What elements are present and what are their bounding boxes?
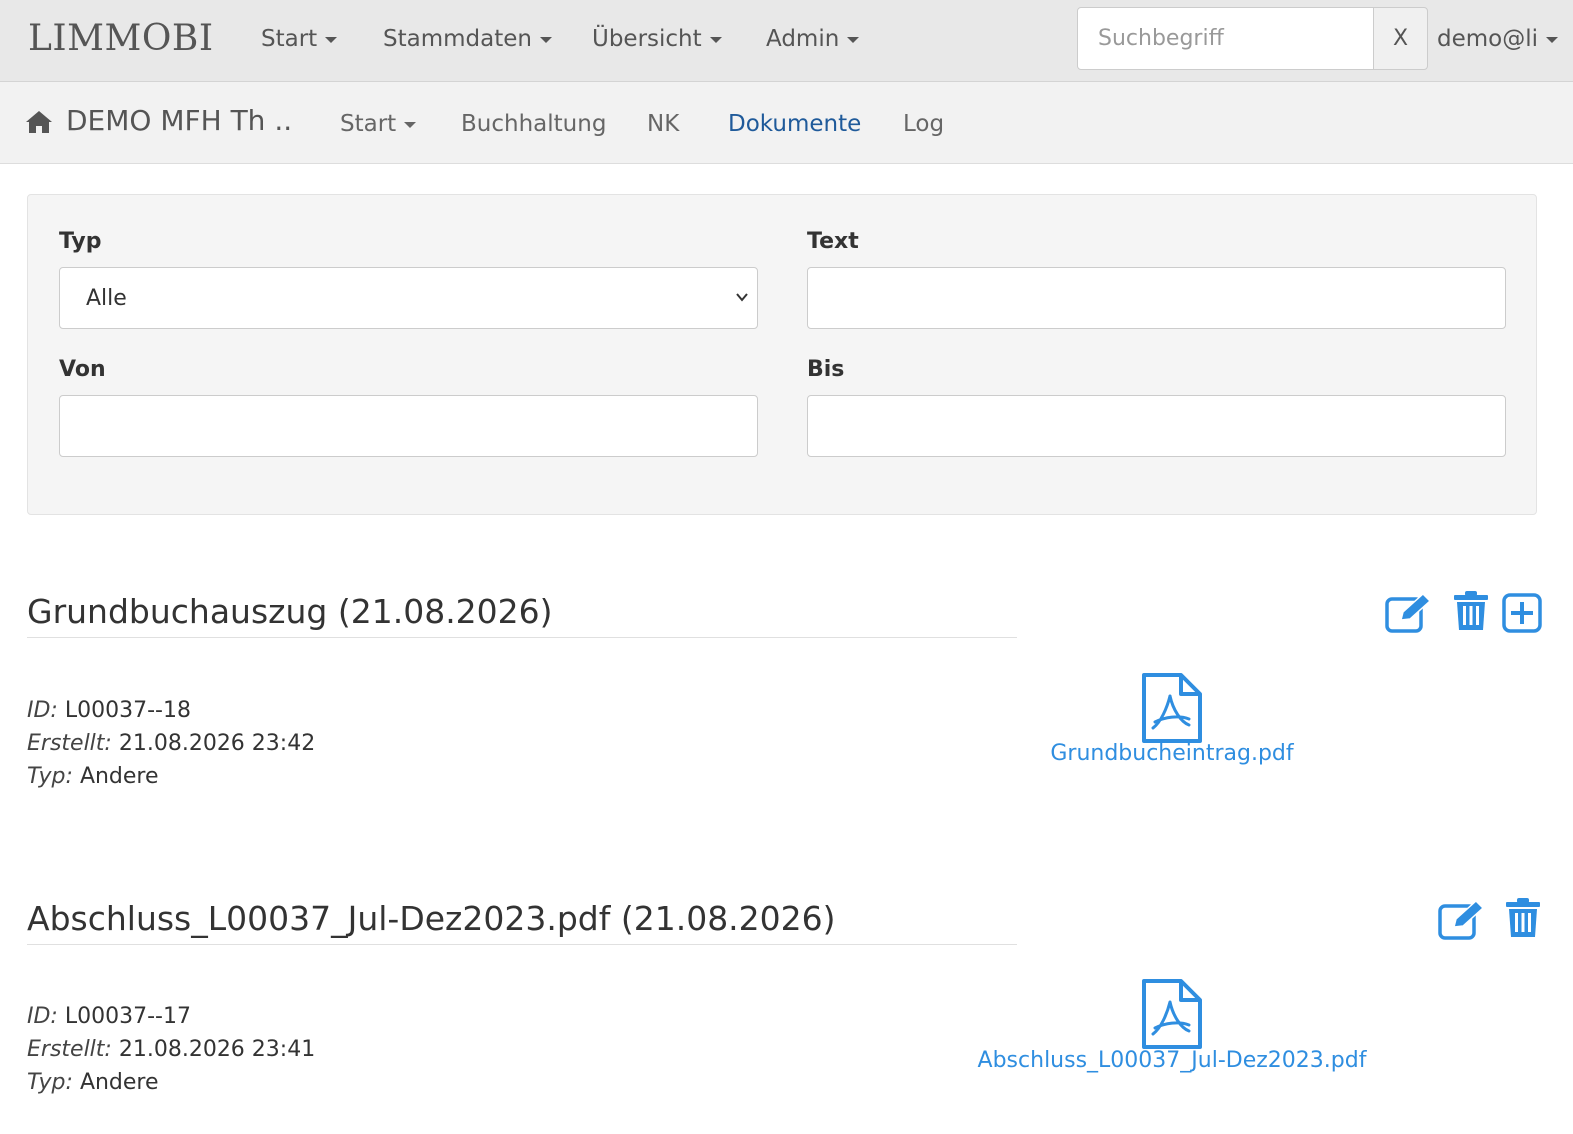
typ-label: Typ bbox=[59, 229, 102, 254]
document-type: Typ: Andere bbox=[27, 764, 159, 789]
id-value: L00037--18 bbox=[64, 698, 191, 723]
document-id: ID: L00037--18 bbox=[27, 698, 191, 723]
subnav-start-label: Start bbox=[340, 111, 397, 137]
pdf-file-icon[interactable] bbox=[1141, 672, 1203, 744]
bis-label: Bis bbox=[807, 357, 845, 382]
text-label: Text bbox=[807, 229, 859, 254]
typ-select-value: Alle bbox=[86, 285, 127, 311]
divider bbox=[27, 637, 1017, 638]
type-value: Andere bbox=[79, 1070, 159, 1095]
nav-stammdaten-label: Stammdaten bbox=[383, 26, 532, 52]
created-value: 21.08.2026 23:42 bbox=[118, 731, 316, 756]
von-date-input[interactable] bbox=[59, 395, 758, 457]
document-id: ID: L00037--17 bbox=[27, 1004, 191, 1029]
edit-icon[interactable] bbox=[1438, 899, 1486, 941]
nav-admin[interactable]: Admin bbox=[766, 26, 860, 52]
id-label: ID: bbox=[27, 698, 58, 723]
trash-icon[interactable] bbox=[1499, 897, 1547, 939]
plus-square-icon[interactable] bbox=[1498, 592, 1546, 634]
caret-down-icon bbox=[1546, 36, 1559, 43]
document-created: Erstellt: 21.08.2026 23:41 bbox=[27, 1037, 315, 1062]
document-type: Typ: Andere bbox=[27, 1070, 159, 1095]
property-title[interactable]: DEMO MFH Th .. bbox=[66, 104, 292, 137]
edit-icon[interactable] bbox=[1385, 592, 1433, 634]
search-clear-button[interactable]: X bbox=[1373, 7, 1428, 70]
caret-down-icon bbox=[709, 36, 722, 43]
von-label: Von bbox=[59, 357, 106, 382]
divider bbox=[27, 944, 1017, 945]
document-created: Erstellt: 21.08.2026 23:42 bbox=[27, 731, 315, 756]
file-link[interactable]: Grundbucheintrag.pdf bbox=[1002, 741, 1342, 766]
type-label: Typ: bbox=[27, 1070, 73, 1095]
text-input[interactable] bbox=[807, 267, 1506, 329]
bis-date-input[interactable] bbox=[807, 395, 1506, 457]
file-link[interactable]: Abschluss_L00037_Jul-Dez2023.pdf bbox=[962, 1048, 1382, 1073]
subnav-buchhaltung[interactable]: Buchhaltung bbox=[461, 111, 606, 137]
id-label: ID: bbox=[27, 1004, 58, 1029]
created-value: 21.08.2026 23:41 bbox=[118, 1037, 316, 1062]
document-title: Grundbuchauszug (21.08.2026) bbox=[27, 592, 553, 631]
chevron-down-icon bbox=[736, 293, 748, 302]
created-label: Erstellt: bbox=[27, 731, 112, 756]
nav-stammdaten[interactable]: Stammdaten bbox=[383, 26, 552, 52]
created-label: Erstellt: bbox=[27, 1037, 112, 1062]
trash-icon[interactable] bbox=[1447, 590, 1495, 632]
nav-admin-label: Admin bbox=[766, 26, 840, 52]
user-menu-label: demo@li bbox=[1437, 26, 1539, 52]
nav-start-label: Start bbox=[261, 26, 318, 52]
search-input[interactable] bbox=[1077, 7, 1374, 70]
user-menu[interactable]: demo@li bbox=[1437, 26, 1559, 52]
caret-down-icon bbox=[404, 121, 417, 128]
caret-down-icon bbox=[847, 36, 860, 43]
nav-start[interactable]: Start bbox=[261, 26, 338, 52]
brand-logo[interactable]: LIMMOBI bbox=[28, 18, 214, 59]
home-icon[interactable] bbox=[25, 110, 53, 134]
type-label: Typ: bbox=[27, 764, 73, 789]
id-value: L00037--17 bbox=[64, 1004, 191, 1029]
typ-select[interactable]: Alle bbox=[59, 267, 758, 329]
filter-panel bbox=[27, 194, 1537, 515]
subnav-log[interactable]: Log bbox=[903, 111, 944, 137]
subnav-start[interactable]: Start bbox=[340, 111, 417, 137]
subnav-nk[interactable]: NK bbox=[647, 111, 679, 137]
top-navbar: LIMMOBI Start Stammdaten Übersicht Admin… bbox=[0, 0, 1573, 82]
nav-uebersicht[interactable]: Übersicht bbox=[592, 26, 722, 52]
pdf-file-icon[interactable] bbox=[1141, 978, 1203, 1050]
caret-down-icon bbox=[325, 36, 338, 43]
document-title: Abschluss_L00037_Jul-Dez2023.pdf (21.08.… bbox=[27, 899, 836, 938]
subnav-dokumente[interactable]: Dokumente bbox=[728, 111, 861, 137]
caret-down-icon bbox=[539, 36, 552, 43]
type-value: Andere bbox=[79, 764, 159, 789]
nav-uebersicht-label: Übersicht bbox=[592, 26, 702, 52]
